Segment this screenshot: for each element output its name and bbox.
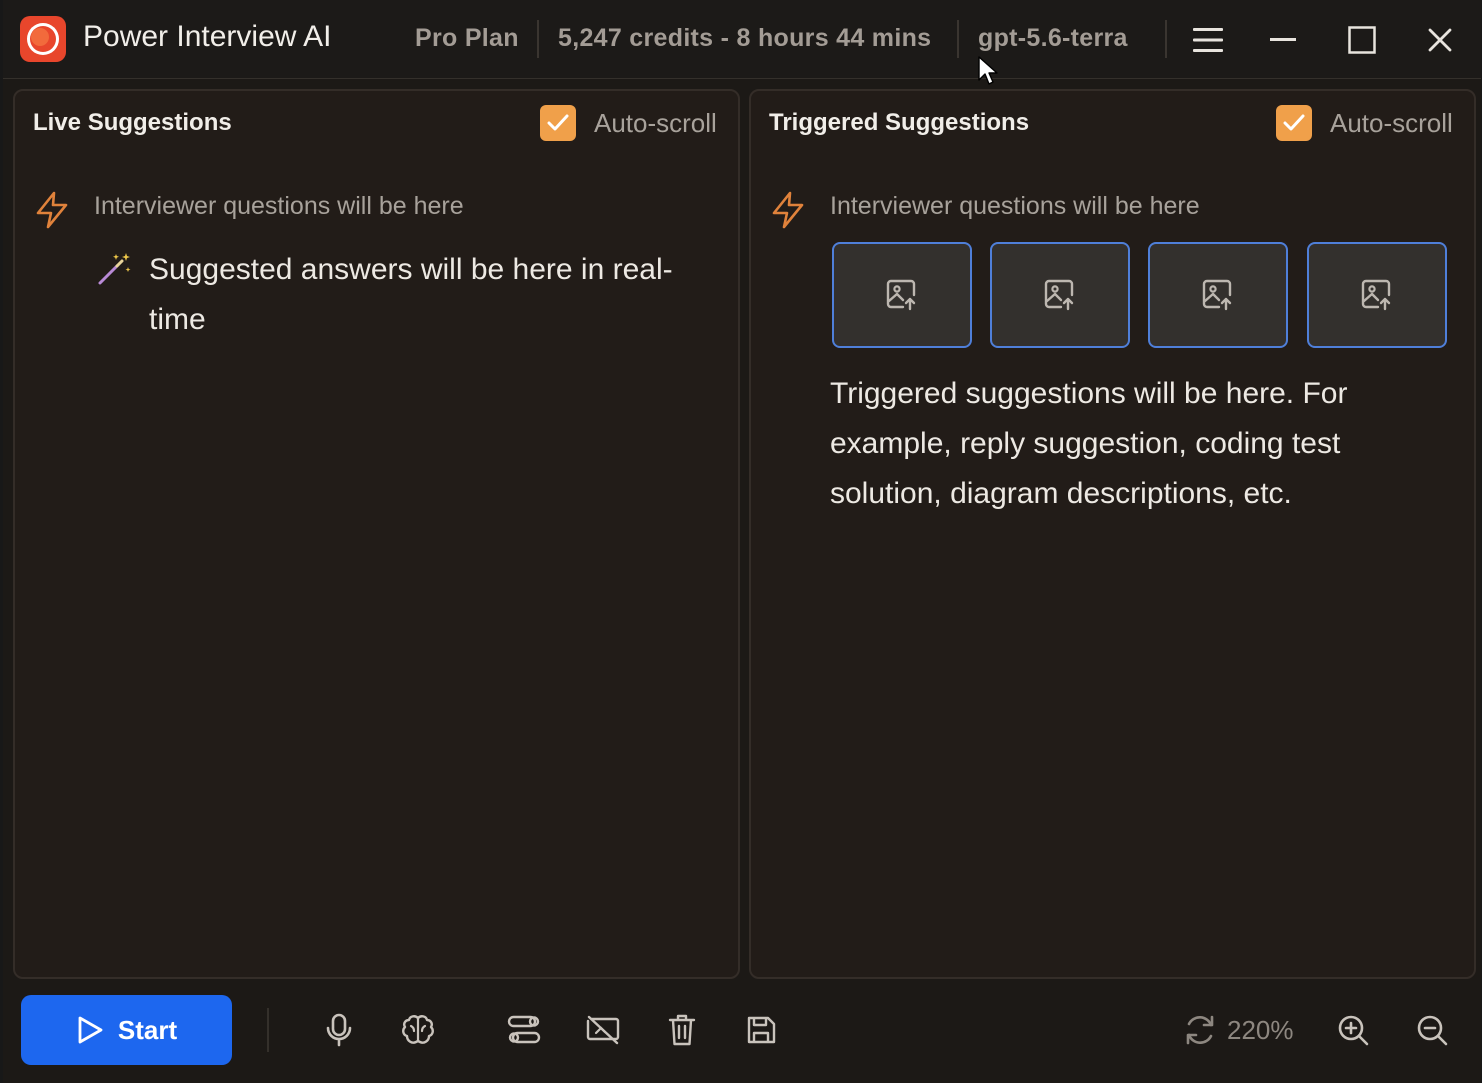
checkmark-icon <box>547 114 569 131</box>
panel-title: Live Suggestions <box>33 109 232 136</box>
image-upload-icon <box>1044 279 1074 311</box>
maximize-icon <box>1348 26 1376 54</box>
lightning-icon <box>772 191 804 229</box>
autoscroll-checkbox[interactable] <box>1276 105 1312 141</box>
live-suggestions-panel: Live Suggestions Auto-scroll Interviewer… <box>13 89 740 979</box>
image-upload-slot[interactable] <box>1307 242 1447 348</box>
app-title: Power Interview AI <box>83 20 332 53</box>
trash-icon <box>668 1014 696 1046</box>
title-separator <box>1165 20 1167 58</box>
lightning-icon <box>36 191 68 229</box>
triggered-placeholder: Triggered suggestions will be here. For … <box>830 377 1348 510</box>
settings-flow-icon <box>507 1015 541 1044</box>
title-separator <box>537 20 539 58</box>
triggered-suggestions-panel: Triggered Suggestions Auto-scroll Interv… <box>749 89 1476 979</box>
screen-capture-toggle[interactable] <box>583 1010 623 1050</box>
magic-wand-icon <box>98 253 131 285</box>
title-bar[interactable]: Power Interview AI Pro Plan 5,247 credit… <box>3 0 1481 79</box>
reset-zoom-button[interactable] <box>1180 1010 1220 1050</box>
question-placeholder: Interviewer questions will be here <box>94 192 464 220</box>
brain-button[interactable] <box>398 1010 438 1050</box>
credits-label: 5,247 credits - 8 hours 44 mins <box>558 24 932 52</box>
image-upload-icon <box>1361 279 1391 311</box>
zoom-in-button[interactable] <box>1333 1010 1373 1050</box>
delete-button[interactable] <box>662 1010 702 1050</box>
model-selector[interactable]: gpt-5.6-terra <box>978 24 1128 53</box>
microphone-icon <box>326 1013 352 1047</box>
image-upload-icon <box>1202 279 1232 311</box>
zoom-level: 220% <box>1227 1015 1294 1045</box>
start-label: Start <box>117 1014 178 1045</box>
toolbar-separator <box>267 1008 269 1052</box>
screen-off-icon <box>586 1015 620 1045</box>
play-icon <box>78 1016 103 1044</box>
menu-button[interactable] <box>1188 20 1228 60</box>
start-button[interactable]: Start <box>21 995 232 1065</box>
minimize-icon <box>1270 38 1296 41</box>
plan-label: Pro Plan <box>415 24 519 52</box>
maximize-button[interactable] <box>1342 20 1382 60</box>
brain-icon <box>402 1015 434 1044</box>
title-separator <box>957 20 959 58</box>
workflow-settings-button[interactable] <box>504 1010 544 1050</box>
close-icon <box>1428 28 1452 52</box>
microphone-button[interactable] <box>319 1010 359 1050</box>
image-upload-slot[interactable] <box>832 242 972 348</box>
save-icon <box>747 1016 776 1044</box>
zoom-out-icon <box>1417 1015 1448 1046</box>
autoscroll-label: Auto-scroll <box>1330 108 1453 138</box>
answer-placeholder: Suggested answers will be here in real-t… <box>149 253 673 336</box>
hamburger-menu-icon <box>1193 28 1223 52</box>
image-upload-slot[interactable] <box>990 242 1130 348</box>
zoom-in-icon <box>1338 1015 1369 1046</box>
image-upload-slots <box>832 242 1452 348</box>
mouse-cursor-icon <box>978 56 998 85</box>
app-window: Power Interview AI Pro Plan 5,247 credit… <box>3 0 1481 1083</box>
panel-title: Triggered Suggestions <box>769 109 1030 136</box>
autoscroll-checkbox[interactable] <box>540 105 576 141</box>
minimize-button[interactable] <box>1263 20 1303 60</box>
autoscroll-label: Auto-scroll <box>594 108 717 138</box>
zoom-out-button[interactable] <box>1412 1010 1452 1050</box>
question-placeholder: Interviewer questions will be here <box>830 192 1200 220</box>
app-logo-icon <box>20 16 66 62</box>
save-button[interactable] <box>741 1010 781 1050</box>
close-button[interactable] <box>1420 20 1460 60</box>
image-upload-icon <box>886 279 916 311</box>
checkmark-icon <box>1283 114 1305 131</box>
refresh-icon <box>1186 1015 1214 1045</box>
image-upload-slot[interactable] <box>1148 242 1288 348</box>
